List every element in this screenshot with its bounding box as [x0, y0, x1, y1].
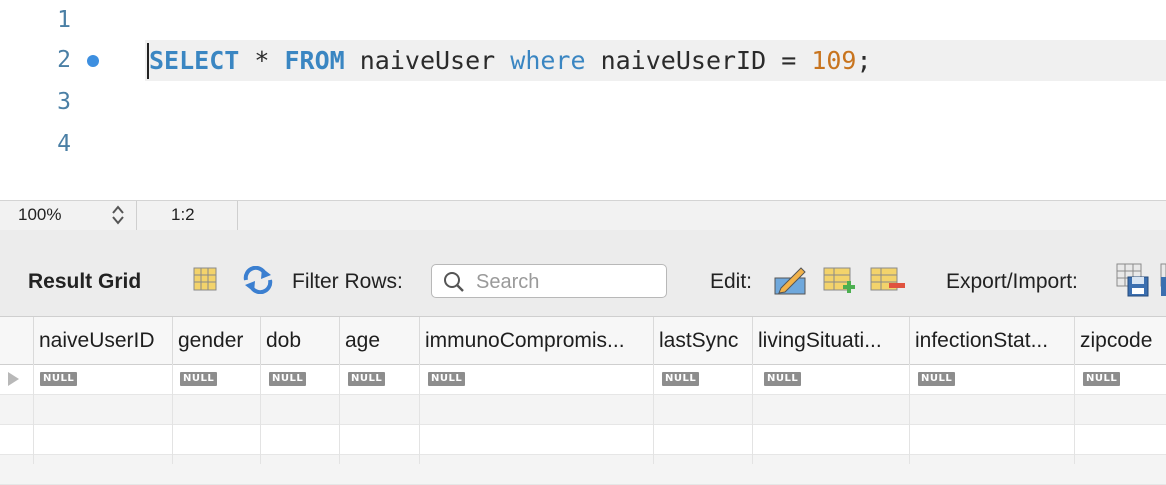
- status-divider: [237, 201, 238, 230]
- filter-rows-label: Filter Rows:: [292, 270, 403, 293]
- result-toolbar: Result Grid Filter Rows: Edit:: [0, 230, 1166, 317]
- null-value[interactable]: NULL: [428, 372, 466, 386]
- edit-pencil-icon[interactable]: [773, 264, 809, 301]
- editor-line-1[interactable]: 1: [0, 0, 1166, 41]
- export-icon[interactable]: [1116, 263, 1150, 302]
- grid-column-divider: [172, 364, 173, 464]
- editor-line-4[interactable]: 4: [0, 124, 1166, 165]
- null-value[interactable]: NULL: [180, 372, 218, 386]
- sql-editor[interactable]: 1 2 3 4 SELECT * FROM naiveUser where na…: [0, 0, 1166, 200]
- code-star: *: [239, 46, 285, 75]
- edit-label: Edit:: [710, 270, 753, 293]
- grid-column-divider: [1074, 364, 1075, 464]
- null-value[interactable]: NULL: [1083, 372, 1121, 386]
- column-header[interactable]: zipcode: [1074, 317, 1166, 364]
- column-header[interactable]: livingSituati...: [752, 317, 909, 364]
- grid-column-divider: [653, 364, 654, 464]
- column-header[interactable]: gender: [172, 317, 260, 364]
- text-caret: [147, 43, 149, 79]
- search-icon: [442, 270, 466, 299]
- grid-column-divider: [752, 364, 753, 464]
- keyword-where: where: [510, 46, 586, 75]
- zoom-level: 100%: [18, 205, 62, 224]
- grid-header-row: naiveUserID gender dob age immunoComprom…: [0, 317, 1166, 365]
- null-value[interactable]: NULL: [348, 372, 386, 386]
- statement-marker-icon[interactable]: [87, 55, 99, 67]
- null-value[interactable]: NULL: [764, 372, 802, 386]
- zoom-stepper-icon[interactable]: [110, 203, 126, 228]
- search-field[interactable]: [431, 264, 667, 298]
- delete-row-icon[interactable]: [869, 266, 907, 299]
- keyword-select: SELECT: [149, 46, 240, 75]
- cursor-position: 1:2: [171, 205, 195, 224]
- editor-status-bar: 100% 1:2: [0, 200, 1166, 231]
- grid-column-divider: [909, 364, 910, 464]
- grid-column-divider: [419, 364, 420, 464]
- column-header[interactable]: naiveUserID: [33, 317, 172, 364]
- refresh-icon[interactable]: [241, 265, 275, 299]
- export-import-label: Export/Import:: [946, 270, 1078, 293]
- grid-column-divider: [339, 364, 340, 464]
- editor-line-3[interactable]: 3: [0, 82, 1166, 123]
- table-row-empty[interactable]: [0, 425, 1166, 455]
- table-row-empty[interactable]: [0, 455, 1166, 485]
- current-row-indicator-icon: [8, 372, 19, 386]
- status-divider: [136, 201, 137, 230]
- grid-layout-icon[interactable]: [192, 266, 218, 297]
- column-header[interactable]: immunoCompromis...: [419, 317, 653, 364]
- null-value[interactable]: NULL: [40, 372, 78, 386]
- code-terminator: ;: [856, 46, 872, 75]
- code-column-condition: naiveUserID =: [585, 46, 812, 75]
- column-header[interactable]: lastSync: [653, 317, 752, 364]
- search-input[interactable]: [474, 269, 663, 295]
- grid-column-divider: [260, 364, 261, 464]
- code-table-name: naiveUser: [344, 46, 511, 75]
- code-number-literal: 109: [811, 46, 857, 75]
- line-number: 4: [57, 131, 71, 157]
- null-value[interactable]: NULL: [662, 372, 700, 386]
- sql-statement[interactable]: SELECT * FROM naiveUser where naiveUserI…: [149, 40, 872, 81]
- result-grid-label: Result Grid: [28, 270, 142, 293]
- null-value[interactable]: NULL: [918, 372, 956, 386]
- line-number: 3: [57, 89, 71, 115]
- table-row-empty[interactable]: [0, 395, 1166, 425]
- column-header[interactable]: dob: [260, 317, 339, 364]
- column-header[interactable]: age: [339, 317, 419, 364]
- import-icon[interactable]: [1160, 263, 1166, 302]
- row-header-corner: [0, 317, 33, 364]
- line-number: 2: [57, 47, 71, 73]
- add-row-icon[interactable]: [822, 266, 858, 299]
- table-row[interactable]: NULL NULL NULL NULL NULL NULL NULL NULL …: [0, 365, 1166, 395]
- keyword-from: FROM: [284, 46, 345, 75]
- line-number: 1: [57, 7, 71, 33]
- result-grid[interactable]: naiveUserID gender dob age immunoComprom…: [0, 317, 1166, 485]
- grid-column-divider: [33, 364, 34, 464]
- column-header[interactable]: infectionStat...: [909, 317, 1074, 364]
- null-value[interactable]: NULL: [269, 372, 307, 386]
